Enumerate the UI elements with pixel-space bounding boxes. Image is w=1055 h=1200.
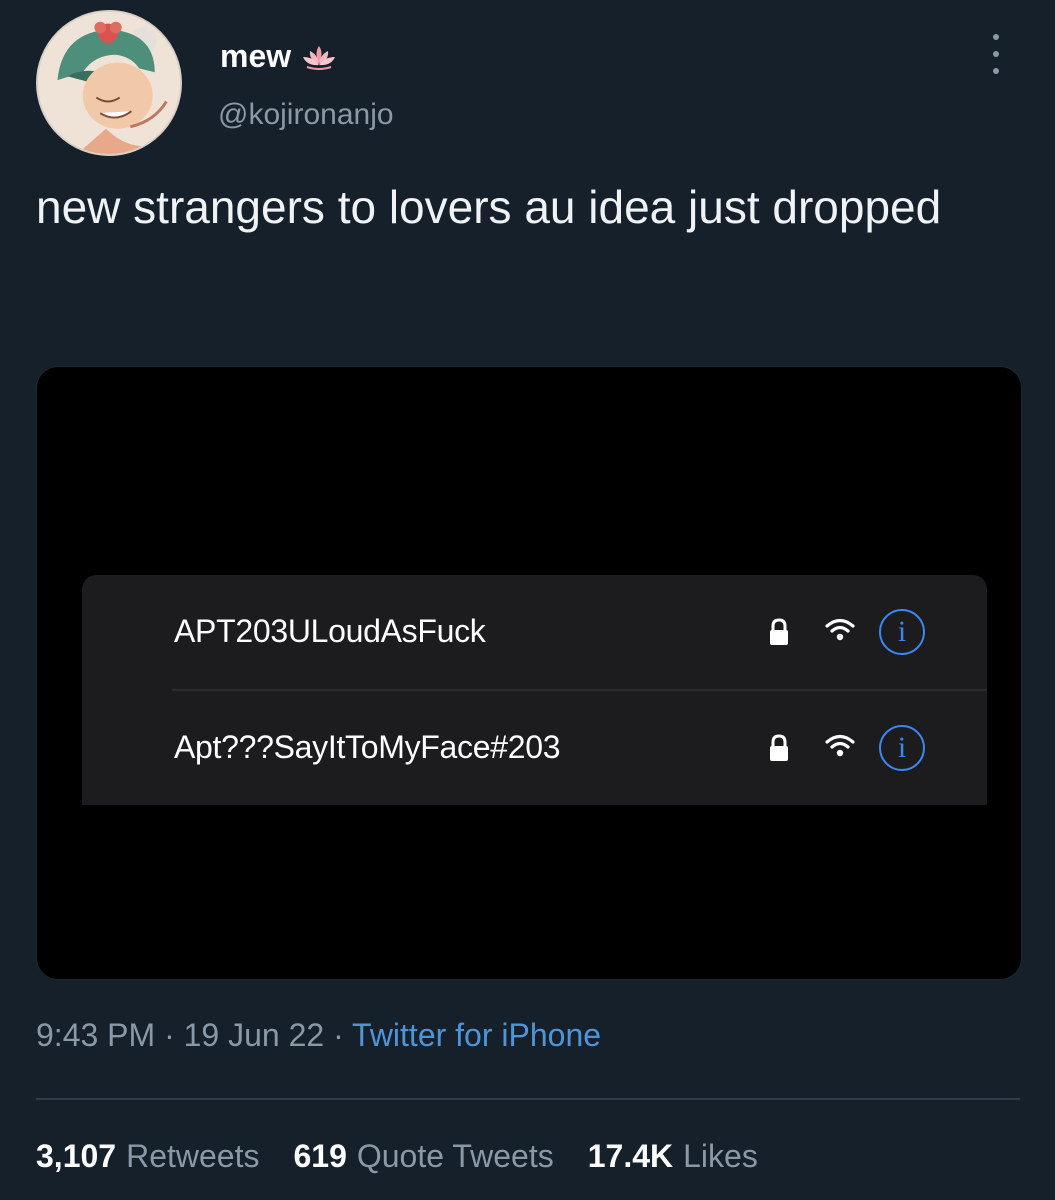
tweet-stats: 3,107 Retweets 619 Quote Tweets 17.4K Likes <box>36 1138 758 1175</box>
info-icon[interactable]: i <box>879 609 925 655</box>
likes-label: Likes <box>683 1138 758 1174</box>
tweet-text: new strangers to lovers au idea just dro… <box>36 181 942 233</box>
retweets-count: 3,107 <box>36 1138 117 1174</box>
tweet-date[interactable]: 19 Jun 22 <box>184 1017 325 1053</box>
tweet-media[interactable]: APT203ULoudAsFuck i Apt???SayItToMyFace#… <box>36 366 1022 980</box>
meta-separator: · <box>333 1017 344 1053</box>
user-handle[interactable]: @kojironanjo <box>218 98 394 132</box>
quote-tweets-label: Quote Tweets <box>356 1138 554 1174</box>
info-icon[interactable]: i <box>879 725 925 771</box>
meta-separator: · <box>164 1017 175 1053</box>
wifi-network-list: APT203ULoudAsFuck i Apt???SayItToMyFace#… <box>82 575 987 805</box>
quote-tweets-count: 619 <box>293 1138 347 1174</box>
wifi-signal-icon <box>825 618 855 641</box>
wifi-network-row: APT203ULoudAsFuck i <box>82 575 987 689</box>
lock-icon <box>770 618 788 645</box>
more-dot <box>993 34 999 40</box>
tweet-time[interactable]: 9:43 PM <box>36 1017 155 1053</box>
lock-icon <box>770 734 788 761</box>
retweets-label: Retweets <box>126 1138 260 1174</box>
wifi-signal-icon <box>825 734 855 757</box>
network-ssid: APT203ULoudAsFuck <box>174 613 486 649</box>
tweet-meta: 9:43 PM · 19 Jun 22 · Twitter for iPhone <box>36 1017 601 1054</box>
likes-stat[interactable]: 17.4K Likes <box>588 1138 758 1175</box>
tweet: mew @kojironanjo new strangers to lovers… <box>0 0 1055 1200</box>
avatar[interactable] <box>36 10 182 156</box>
more-dot <box>993 68 999 74</box>
lotus-icon <box>303 45 336 70</box>
wifi-network-row: Apt???SayItToMyFace#203 i <box>82 691 987 805</box>
retweets-stat[interactable]: 3,107 Retweets <box>36 1138 259 1175</box>
likes-count: 17.4K <box>587 1138 674 1174</box>
more-dot <box>993 51 999 57</box>
network-ssid: Apt???SayItToMyFace#203 <box>174 729 561 765</box>
divider <box>36 1098 1020 1100</box>
display-name-row[interactable]: mew <box>220 38 337 75</box>
tweet-source-link[interactable]: Twitter for iPhone <box>352 1017 601 1053</box>
more-options-icon[interactable] <box>984 34 1008 74</box>
avatar-image <box>38 12 180 154</box>
quote-tweets-stat[interactable]: 619 Quote Tweets <box>293 1138 553 1175</box>
display-name[interactable]: mew <box>220 38 291 75</box>
